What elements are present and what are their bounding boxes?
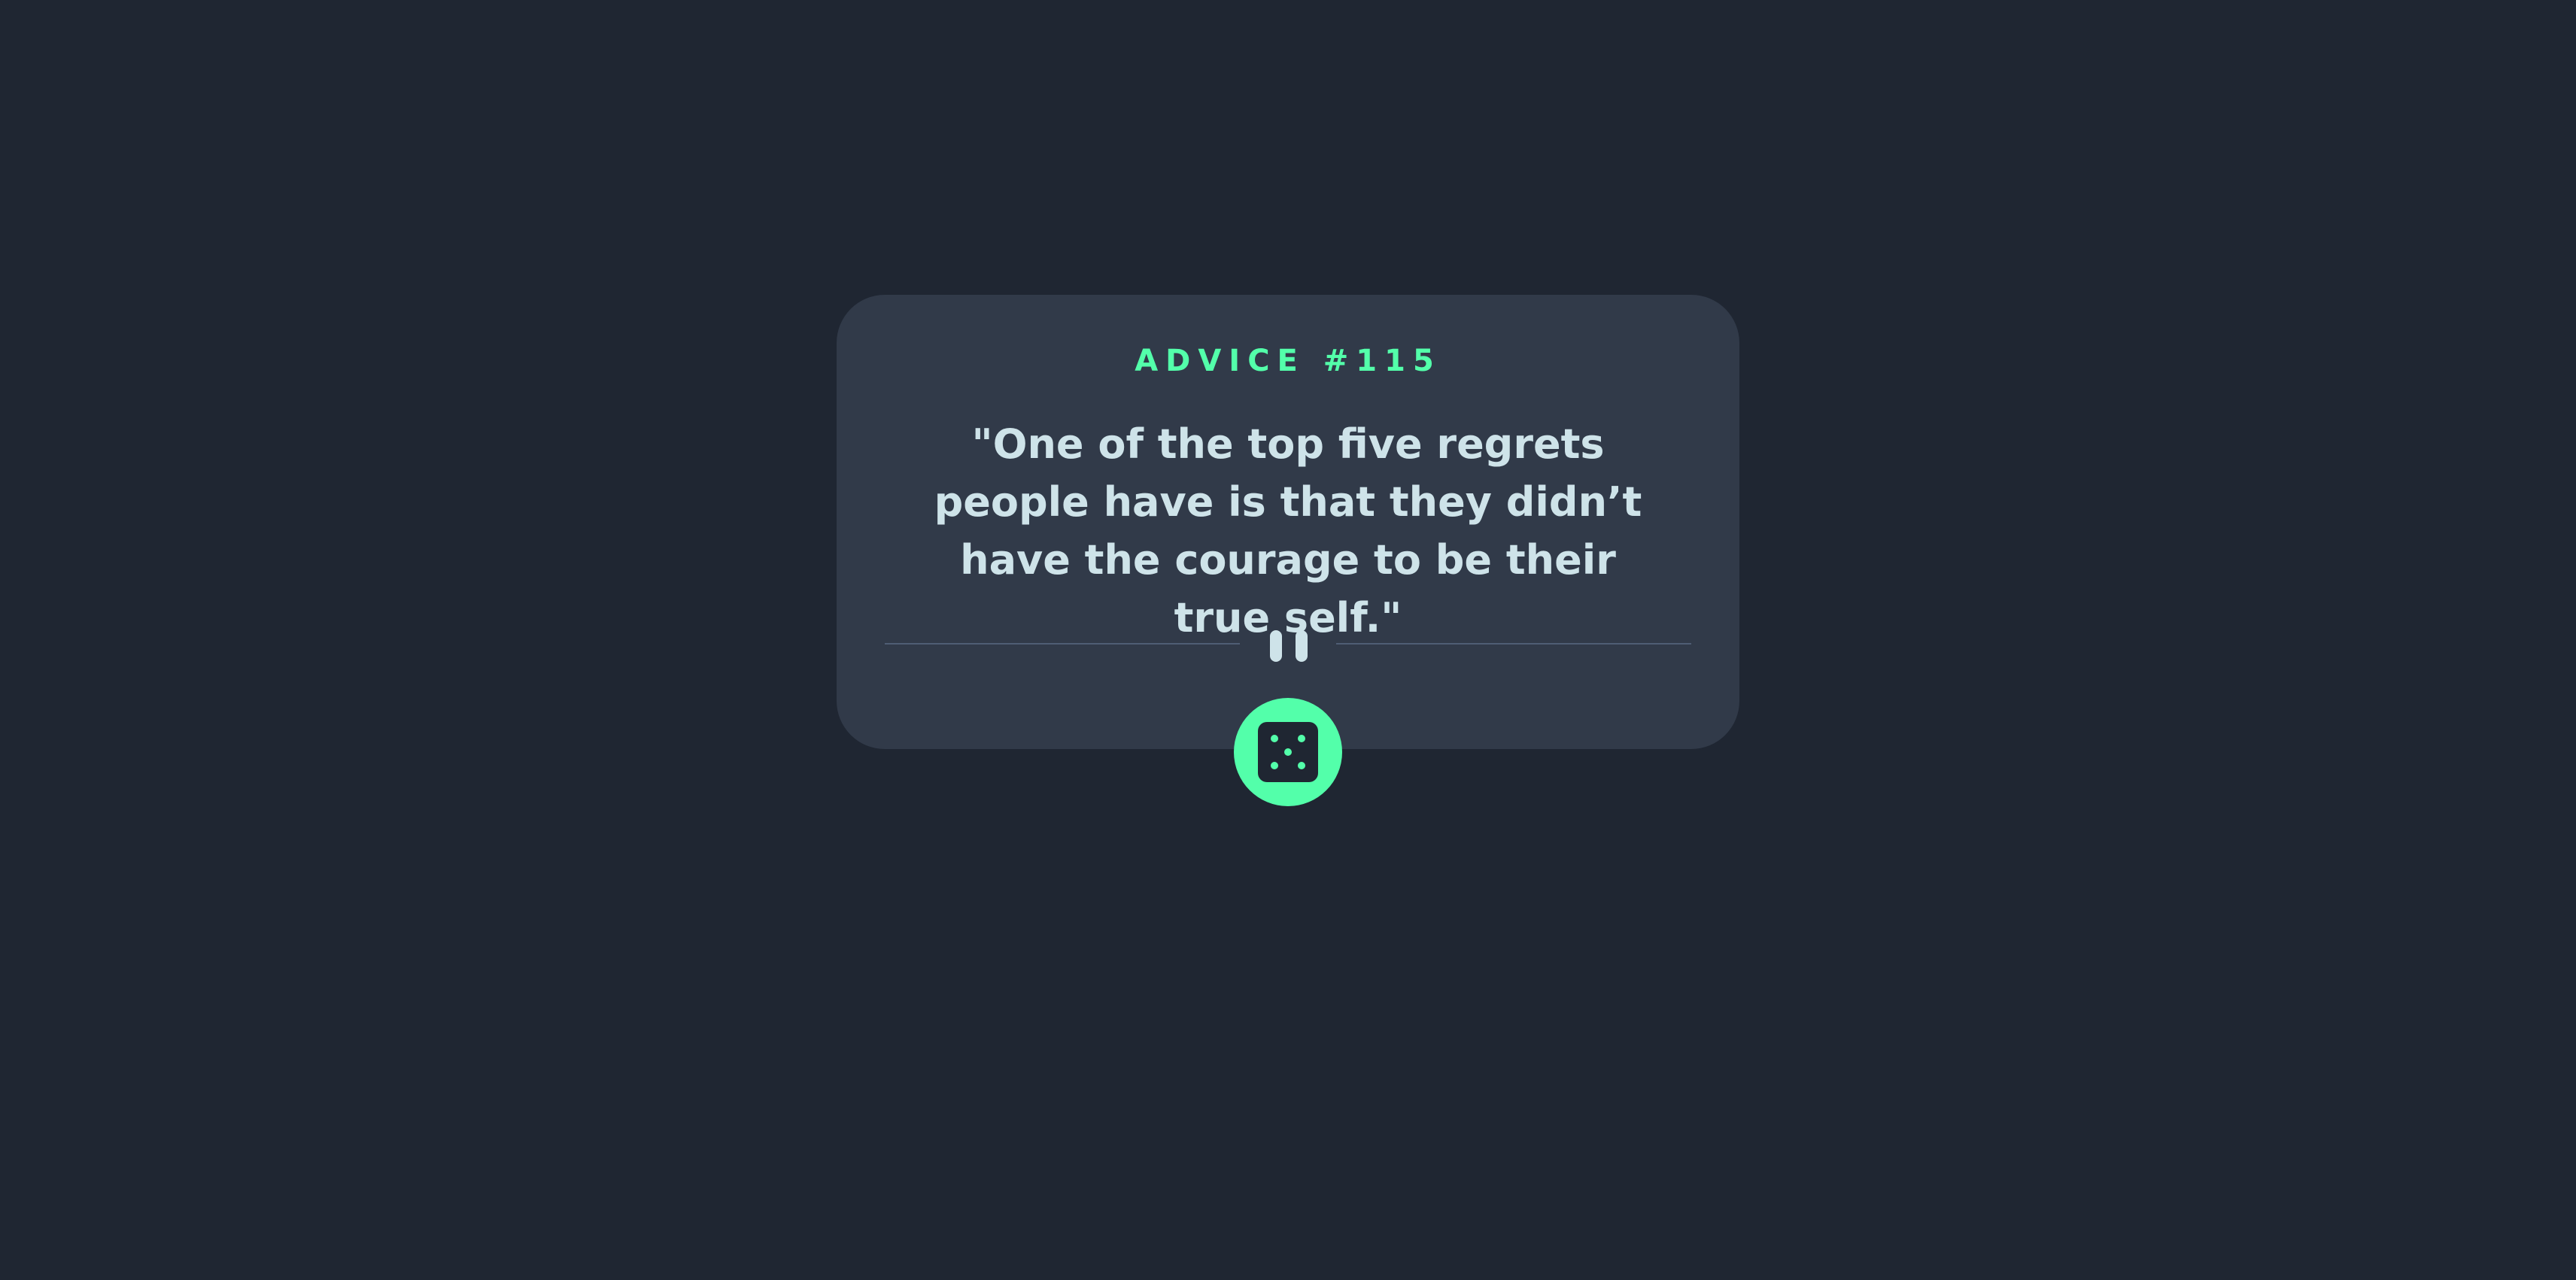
dice-icon [1258,722,1318,782]
new-advice-button[interactable] [1234,698,1342,806]
divider-line-right [1336,643,1691,645]
advice-quote: "One of the top five regrets people have… [934,420,1642,642]
pattern-divider [885,630,1691,662]
pause-bar-right [1296,630,1308,662]
page: ADVICE #115 "One of the top five regrets… [0,0,2576,1280]
divider-line-left [885,643,1240,645]
pause-bar-left [1270,630,1282,662]
advice-card: ADVICE #115 "One of the top five regrets… [837,295,1739,749]
advice-title: ADVICE #115 [1135,344,1441,378]
pause-icon [1270,630,1309,662]
